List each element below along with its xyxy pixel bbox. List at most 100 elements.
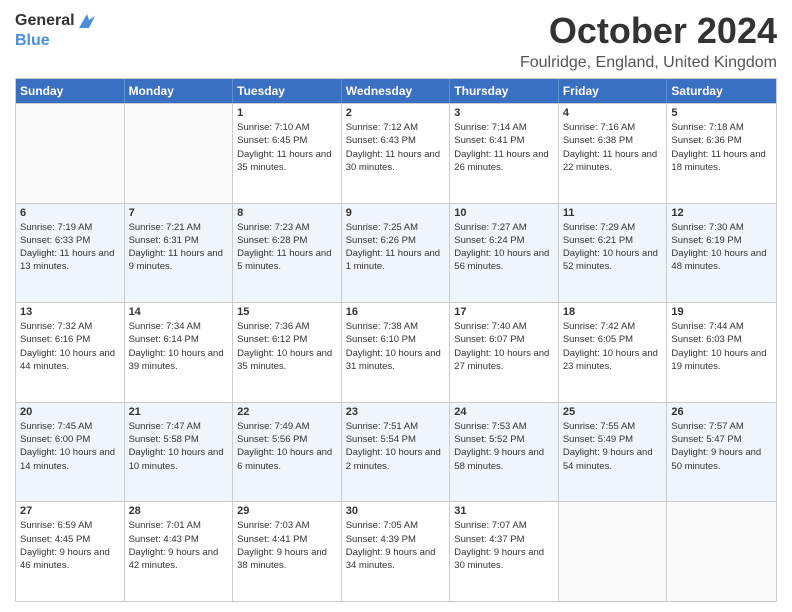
day-number: 19 <box>671 306 772 318</box>
sunrise-text: Sunrise: 7:53 AM <box>454 420 554 433</box>
day-number: 17 <box>454 306 554 318</box>
sunset-text: Sunset: 6:24 PM <box>454 234 554 247</box>
day-number: 9 <box>346 207 446 219</box>
logo-blue: Blue <box>15 32 97 50</box>
daylight-text: Daylight: 11 hours and 26 minutes. <box>454 148 554 175</box>
sunrise-text: Sunrise: 7:18 AM <box>671 121 772 134</box>
day-number: 7 <box>129 207 229 219</box>
day-cell-13: 13Sunrise: 7:32 AMSunset: 6:16 PMDayligh… <box>16 303 125 402</box>
sunset-text: Sunset: 6:05 PM <box>563 333 663 346</box>
sunrise-text: Sunrise: 7:49 AM <box>237 420 337 433</box>
day-cell-11: 11Sunrise: 7:29 AMSunset: 6:21 PMDayligh… <box>559 204 668 303</box>
sunset-text: Sunset: 6:26 PM <box>346 234 446 247</box>
calendar-week-1: 1Sunrise: 7:10 AMSunset: 6:45 PMDaylight… <box>16 103 776 203</box>
sunrise-text: Sunrise: 7:40 AM <box>454 320 554 333</box>
sunrise-text: Sunrise: 7:14 AM <box>454 121 554 134</box>
daylight-text: Daylight: 10 hours and 48 minutes. <box>671 247 772 274</box>
day-cell-10: 10Sunrise: 7:27 AMSunset: 6:24 PMDayligh… <box>450 204 559 303</box>
sunrise-text: Sunrise: 7:19 AM <box>20 221 120 234</box>
day-number: 23 <box>346 406 446 418</box>
sunset-text: Sunset: 6:43 PM <box>346 134 446 147</box>
sunset-text: Sunset: 6:38 PM <box>563 134 663 147</box>
daylight-text: Daylight: 9 hours and 30 minutes. <box>454 546 554 573</box>
logo-icon <box>75 10 97 32</box>
day-cell-14: 14Sunrise: 7:34 AMSunset: 6:14 PMDayligh… <box>125 303 234 402</box>
day-cell-18: 18Sunrise: 7:42 AMSunset: 6:05 PMDayligh… <box>559 303 668 402</box>
sunrise-text: Sunrise: 7:12 AM <box>346 121 446 134</box>
daylight-text: Daylight: 10 hours and 35 minutes. <box>237 347 337 374</box>
logo: General Blue <box>15 10 97 50</box>
title-block: October 2024 Foulridge, England, United … <box>520 10 777 72</box>
daylight-text: Daylight: 11 hours and 35 minutes. <box>237 148 337 175</box>
day-number: 2 <box>346 107 446 119</box>
sunset-text: Sunset: 6:45 PM <box>237 134 337 147</box>
daylight-text: Daylight: 9 hours and 38 minutes. <box>237 546 337 573</box>
day-number: 31 <box>454 505 554 517</box>
day-cell-5: 5Sunrise: 7:18 AMSunset: 6:36 PMDaylight… <box>667 104 776 203</box>
sunset-text: Sunset: 5:56 PM <box>237 433 337 446</box>
sunrise-text: Sunrise: 7:45 AM <box>20 420 120 433</box>
empty-cell <box>667 502 776 601</box>
daylight-text: Daylight: 11 hours and 5 minutes. <box>237 247 337 274</box>
daylight-text: Daylight: 10 hours and 10 minutes. <box>129 446 229 473</box>
daylight-text: Daylight: 9 hours and 54 minutes. <box>563 446 663 473</box>
sunrise-text: Sunrise: 7:29 AM <box>563 221 663 234</box>
day-cell-6: 6Sunrise: 7:19 AMSunset: 6:33 PMDaylight… <box>16 204 125 303</box>
calendar-header-row: SundayMondayTuesdayWednesdayThursdayFrid… <box>16 79 776 103</box>
day-cell-4: 4Sunrise: 7:16 AMSunset: 6:38 PMDaylight… <box>559 104 668 203</box>
sunrise-text: Sunrise: 7:57 AM <box>671 420 772 433</box>
header-cell-friday: Friday <box>559 79 668 103</box>
sunrise-text: Sunrise: 7:07 AM <box>454 519 554 532</box>
sunset-text: Sunset: 6:14 PM <box>129 333 229 346</box>
daylight-text: Daylight: 11 hours and 30 minutes. <box>346 148 446 175</box>
empty-cell <box>125 104 234 203</box>
day-cell-26: 26Sunrise: 7:57 AMSunset: 5:47 PMDayligh… <box>667 403 776 502</box>
sunrise-text: Sunrise: 7:30 AM <box>671 221 772 234</box>
daylight-text: Daylight: 9 hours and 58 minutes. <box>454 446 554 473</box>
header-cell-sunday: Sunday <box>16 79 125 103</box>
daylight-text: Daylight: 11 hours and 9 minutes. <box>129 247 229 274</box>
sunrise-text: Sunrise: 7:42 AM <box>563 320 663 333</box>
day-number: 14 <box>129 306 229 318</box>
day-number: 3 <box>454 107 554 119</box>
day-cell-3: 3 Sunrise: 7:14 AMSunset: 6:41 PMDaylight… <box>450 104 559 203</box>
day-cell-29: 29Sunrise: 7:03 AMSunset: 4:41 PMDayligh… <box>233 502 342 601</box>
day-number: 16 <box>346 306 446 318</box>
day-cell-2: 2 Sunrise: 7:12 AMSunset: 6:43 PMDaylight… <box>342 104 451 203</box>
sunset-text: Sunset: 6:28 PM <box>237 234 337 247</box>
day-cell-23: 23Sunrise: 7:51 AMSunset: 5:54 PMDayligh… <box>342 403 451 502</box>
day-cell-24: 24Sunrise: 7:53 AMSunset: 5:52 PMDayligh… <box>450 403 559 502</box>
sunset-text: Sunset: 6:03 PM <box>671 333 772 346</box>
day-number: 22 <box>237 406 337 418</box>
daylight-text: Daylight: 9 hours and 50 minutes. <box>671 446 772 473</box>
calendar-week-2: 6Sunrise: 7:19 AMSunset: 6:33 PMDaylight… <box>16 203 776 303</box>
day-number: 1 <box>237 107 337 119</box>
header-cell-thursday: Thursday <box>450 79 559 103</box>
day-number: 28 <box>129 505 229 517</box>
sunset-text: Sunset: 6:36 PM <box>671 134 772 147</box>
sunset-text: Sunset: 6:21 PM <box>563 234 663 247</box>
empty-cell <box>16 104 125 203</box>
day-number: 5 <box>671 107 772 119</box>
sunrise-text: Sunrise: 7:16 AM <box>563 121 663 134</box>
daylight-text: Daylight: 9 hours and 42 minutes. <box>129 546 229 573</box>
sunrise-text: Sunrise: 7:55 AM <box>563 420 663 433</box>
day-cell-9: 9Sunrise: 7:25 AMSunset: 6:26 PMDaylight… <box>342 204 451 303</box>
sunset-text: Sunset: 6:41 PM <box>454 134 554 147</box>
day-number: 8 <box>237 207 337 219</box>
header-cell-tuesday: Tuesday <box>233 79 342 103</box>
day-cell-15: 15Sunrise: 7:36 AMSunset: 6:12 PMDayligh… <box>233 303 342 402</box>
sunset-text: Sunset: 4:43 PM <box>129 533 229 546</box>
daylight-text: Daylight: 10 hours and 2 minutes. <box>346 446 446 473</box>
sunrise-text: Sunrise: 7:27 AM <box>454 221 554 234</box>
sunset-text: Sunset: 6:33 PM <box>20 234 120 247</box>
day-number: 12 <box>671 207 772 219</box>
sunrise-text: Sunrise: 7:51 AM <box>346 420 446 433</box>
day-number: 18 <box>563 306 663 318</box>
sunset-text: Sunset: 6:16 PM <box>20 333 120 346</box>
calendar-body: 1Sunrise: 7:10 AMSunset: 6:45 PMDaylight… <box>16 103 776 601</box>
day-number: 11 <box>563 207 663 219</box>
sunset-text: Sunset: 4:37 PM <box>454 533 554 546</box>
day-number: 15 <box>237 306 337 318</box>
sunset-text: Sunset: 5:52 PM <box>454 433 554 446</box>
